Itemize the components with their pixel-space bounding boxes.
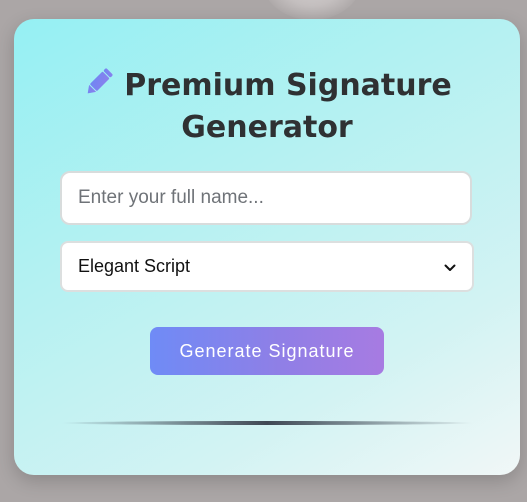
background-glow [262,0,362,20]
page-title-text: Premium Signature Generator [124,68,452,145]
signature-generator-card: Premium Signature Generator Elegant Scri… [14,19,520,475]
header: Premium Signature Generator [14,65,520,149]
chevron-down-icon [444,256,456,277]
signature-style-select[interactable]: Elegant Script [60,241,474,292]
generate-signature-button[interactable]: Generate Signature [150,327,384,375]
signature-divider [60,421,474,425]
signature-style-selected-value: Elegant Script [78,256,191,276]
page-title: Premium Signature Generator [14,65,520,149]
full-name-input[interactable] [60,171,472,225]
pen-icon [82,65,116,99]
